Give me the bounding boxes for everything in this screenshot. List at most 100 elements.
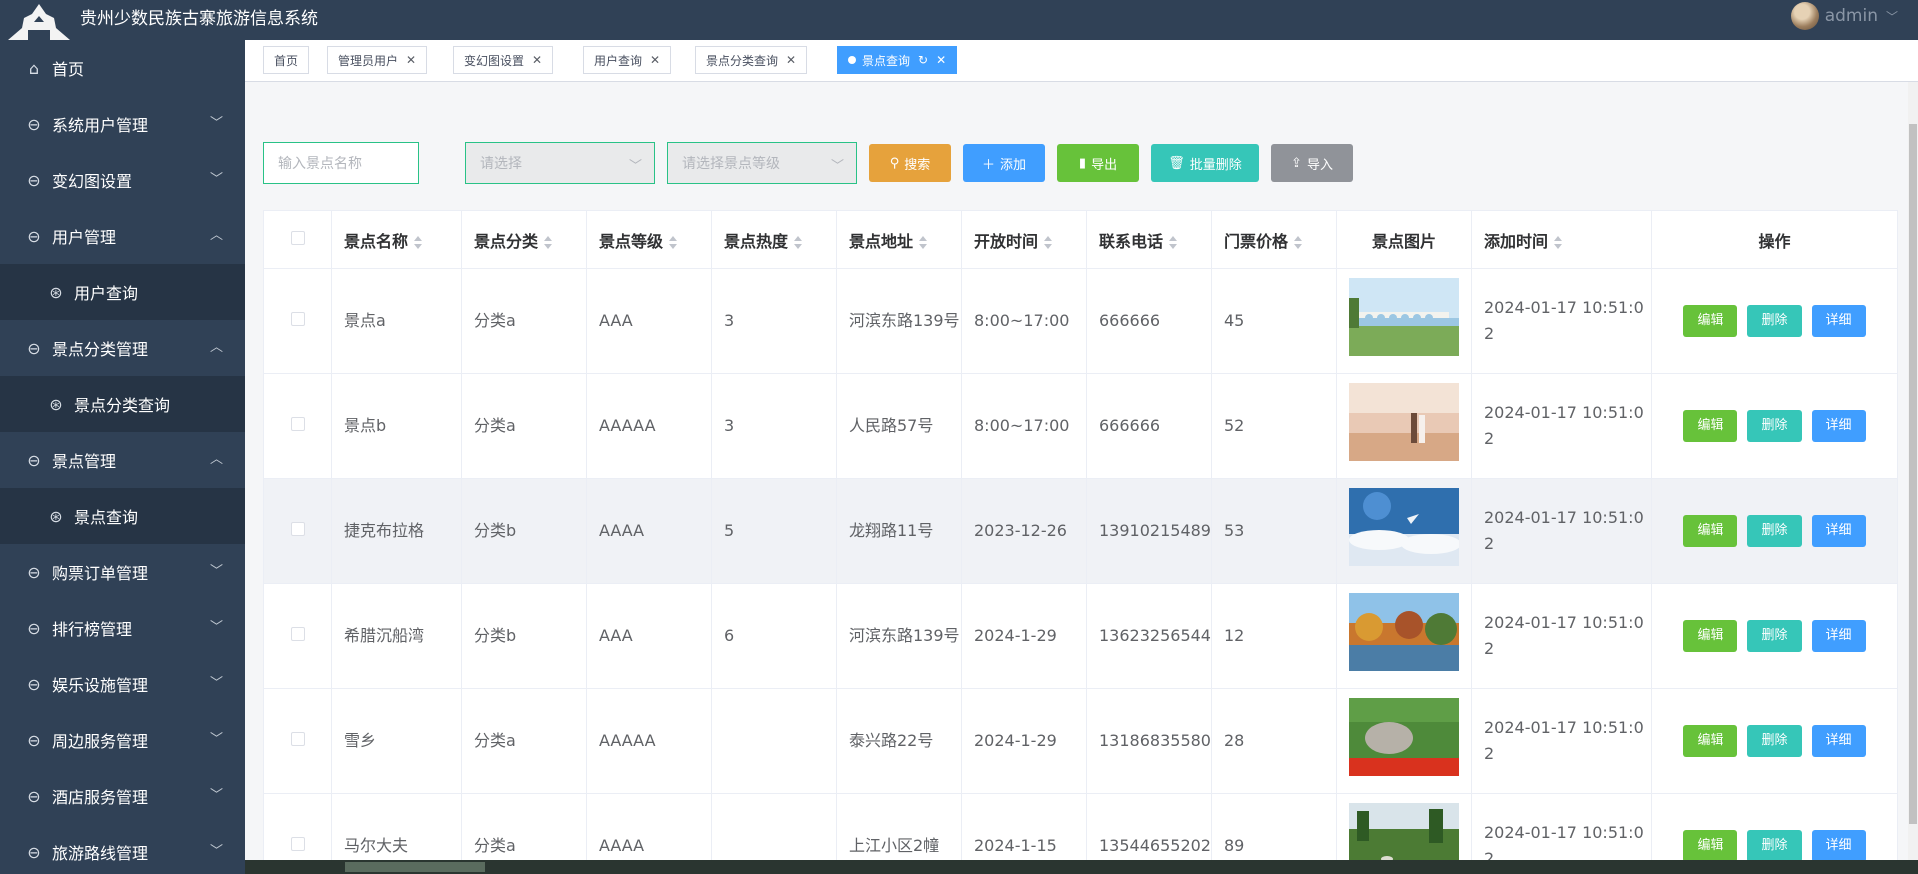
tab[interactable]: 景点查询 ↻ ✕ (837, 46, 958, 74)
tab[interactable]: 管理员用户 ✕ (327, 46, 428, 74)
spot-image[interactable] (1349, 278, 1459, 356)
detail-button[interactable]: 详细 (1811, 305, 1866, 337)
tab[interactable]: 景点分类查询 ✕ (695, 46, 808, 74)
table-row[interactable]: 景点a 分类a AAA 3 河滨东路139号 8:00~17:00 666666 45 2024… (263, 268, 1898, 374)
row-checkbox[interactable] (290, 312, 305, 326)
table-row[interactable]: 景点b 分类a AAAAA 3 人民路57号 8:00~17:00 666666 52 2024… (263, 373, 1898, 479)
delete-button[interactable]: 删除 (1747, 305, 1802, 337)
sidebar-item[interactable]: ⊛ 用户查询 (0, 264, 245, 320)
sidebar-item[interactable]: ⊖ 景点管理 ︿ (0, 432, 245, 488)
sort-icon[interactable] (1294, 235, 1303, 249)
sidebar-item[interactable]: ⊖ 旅游路线管理 ﹀ (0, 824, 245, 874)
sidebar-item[interactable]: ⊖ 购票订单管理 ﹀ (0, 544, 245, 600)
close-icon[interactable]: ✕ (406, 53, 416, 67)
detail-button[interactable]: 详细 (1811, 620, 1866, 652)
refresh-icon[interactable]: ↻ (918, 53, 928, 67)
scrollbar-thumb[interactable] (345, 862, 485, 872)
sort-icon[interactable] (414, 235, 423, 249)
sort-icon[interactable] (794, 235, 803, 249)
import-button[interactable]: ⇪ 导入 (1271, 144, 1353, 182)
close-icon[interactable]: ✕ (786, 53, 796, 67)
detail-button[interactable]: 详细 (1811, 725, 1866, 757)
spot-image[interactable] (1349, 488, 1461, 566)
row-checkbox[interactable] (290, 627, 305, 641)
edit-button[interactable]: 编辑 (1683, 620, 1738, 652)
spot-image[interactable] (1349, 698, 1459, 776)
tab[interactable]: 用户查询 ✕ (583, 46, 672, 74)
sidebar-item[interactable]: ⊖ 景点分类管理 ︿ (0, 320, 245, 376)
sidebar-item[interactable]: ⊖ 用户管理 ︿ (0, 208, 245, 264)
detail-button[interactable]: 详细 (1811, 515, 1866, 547)
row-checkbox[interactable] (290, 522, 305, 536)
horizontal-scrollbar[interactable] (245, 860, 1918, 874)
spot-image[interactable] (1349, 803, 1459, 860)
user-menu[interactable]: admin ﹀ (1790, 2, 1898, 30)
col-open-time[interactable]: 开放时间 (961, 210, 1087, 269)
sort-icon[interactable] (1554, 235, 1563, 249)
vertical-scrollbar[interactable] (1908, 82, 1918, 860)
edit-button[interactable]: 编辑 (1683, 305, 1738, 337)
batch-delete-button-label: 批量删除 (1189, 157, 1242, 173)
sidebar-item[interactable]: ⊖ 周边服务管理 ﹀ (0, 712, 245, 768)
edit-button[interactable]: 编辑 (1683, 725, 1738, 757)
delete-button[interactable]: 删除 (1747, 515, 1802, 547)
batch-delete-button[interactable]: 🗑 批量删除 (1151, 144, 1259, 182)
col-price[interactable]: 门票价格 (1211, 210, 1337, 269)
col-address[interactable]: 景点地址 (836, 210, 962, 269)
delete-button[interactable]: 删除 (1747, 620, 1802, 652)
tab[interactable]: 首页 (263, 46, 310, 74)
cell-name: 希腊沉船湾 (331, 583, 462, 689)
edit-button[interactable]: 编辑 (1683, 830, 1738, 860)
col-category[interactable]: 景点分类 (461, 210, 587, 269)
col-name[interactable]: 景点名称 (331, 210, 462, 269)
sort-icon[interactable] (919, 235, 928, 249)
delete-button[interactable]: 删除 (1747, 725, 1802, 757)
sidebar-item[interactable]: ⊖ 娱乐设施管理 ﹀ (0, 656, 245, 712)
sort-icon[interactable] (544, 235, 553, 249)
row-checkbox[interactable] (290, 837, 305, 851)
table-row[interactable]: 希腊沉船湾 分类b AAA 6 河滨东路139号 2024-1-29 13623256544… (263, 583, 1898, 689)
sidebar-item[interactable]: ⊖ 酒店服务管理 ﹀ (0, 768, 245, 824)
edit-button[interactable]: 编辑 (1683, 410, 1738, 442)
sidebar-item[interactable]: ⊖ 系统用户管理 ﹀ (0, 96, 245, 152)
table-row[interactable]: 雪乡 分类a AAAAA 泰兴路22号 2024-1-29 13186835580 28 20… (263, 688, 1898, 794)
edit-button[interactable]: 编辑 (1683, 515, 1738, 547)
close-icon[interactable]: ✕ (532, 53, 542, 67)
category-select[interactable]: 请选择 ﹀ (465, 142, 655, 184)
col-phone-label: 联系电话 (1099, 231, 1164, 251)
detail-button[interactable]: 详细 (1811, 830, 1866, 860)
row-checkbox[interactable] (290, 417, 305, 431)
delete-button[interactable]: 删除 (1747, 830, 1802, 860)
select-all-checkbox[interactable] (290, 231, 305, 245)
sidebar-item[interactable]: ⌂ 首页 (0, 40, 245, 96)
sort-icon[interactable] (1169, 235, 1178, 249)
sort-icon[interactable] (669, 235, 678, 249)
table-row[interactable]: 捷克布拉格 分类b AAAA 5 龙翔路11号 2023-12-26 13910215489… (263, 478, 1898, 584)
sidebar-item[interactable]: ⊛ 景点分类查询 (0, 376, 245, 432)
spot-image[interactable] (1349, 593, 1459, 671)
table-row[interactable]: 马尔大夫 分类a AAAA 上江小区2幢 2024-1-15 13544655202 89 2… (263, 793, 1898, 860)
detail-button[interactable]: 详细 (1811, 410, 1866, 442)
col-added[interactable]: 添加时间 (1471, 210, 1652, 269)
export-button[interactable]: ▮ 导出 (1057, 144, 1139, 182)
tab[interactable]: 变幻图设置 ✕ (453, 46, 554, 74)
col-phone[interactable]: 联系电话 (1086, 210, 1212, 269)
scrollbar-thumb[interactable] (1909, 124, 1917, 824)
spot-name-input[interactable]: 输入景点名称 (263, 142, 419, 184)
sidebar-item[interactable]: ⊖ 排行榜管理 ﹀ (0, 600, 245, 656)
row-select-cell (263, 268, 332, 374)
sidebar-item[interactable]: ⊛ 景点查询 (0, 488, 245, 544)
close-icon[interactable]: ✕ (650, 53, 660, 67)
col-heat[interactable]: 景点热度 (711, 210, 837, 269)
row-checkbox[interactable] (290, 732, 305, 746)
delete-button[interactable]: 删除 (1747, 410, 1802, 442)
col-level[interactable]: 景点等级 (586, 210, 712, 269)
add-button[interactable]: ＋ 添加 (963, 144, 1045, 182)
close-icon[interactable]: ✕ (936, 53, 946, 67)
sort-icon[interactable] (1044, 235, 1053, 249)
sidebar-item[interactable]: ⊖ 变幻图设置 ﹀ (0, 152, 245, 208)
col-category-label: 景点分类 (474, 231, 539, 251)
spot-image[interactable] (1349, 383, 1459, 461)
level-select[interactable]: 请选择景点等级 ﹀ (667, 142, 857, 184)
search-button[interactable]: ⚲ 搜索 (869, 144, 951, 182)
